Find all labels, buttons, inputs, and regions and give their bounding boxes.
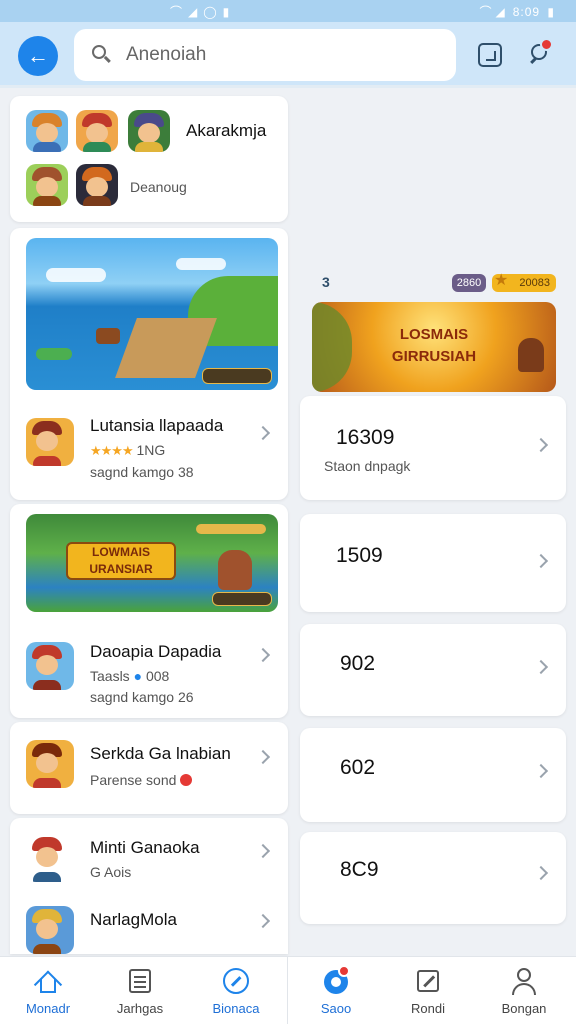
rating-stars: ★★★★ xyxy=(90,443,134,458)
game-subtitle-4: G Aois xyxy=(90,864,132,880)
value-4: 602 xyxy=(340,756,376,779)
notification-badge xyxy=(540,38,553,51)
value-card-2[interactable]: 1509 xyxy=(300,514,566,612)
status-time: 8:09 xyxy=(512,5,541,19)
game-title-3: Serkda Ga lnabian xyxy=(90,744,231,763)
game-card-3[interactable]: Serkda Ga lnabian Parense sond xyxy=(10,722,288,814)
value-3: 902 xyxy=(340,652,376,675)
value-card-3[interactable]: 902 xyxy=(300,624,566,716)
nav-list[interactable]: Jarhgas xyxy=(92,957,188,1024)
chevron-right-icon xyxy=(255,749,271,765)
rank-badge: 3 xyxy=(322,274,330,290)
compass-icon xyxy=(222,967,250,995)
coin-icon: ★ xyxy=(494,272,509,289)
nav-pen[interactable]: Rondi xyxy=(380,957,476,1024)
game-title-2: Daoapia Dapadia xyxy=(90,642,222,661)
list-icon xyxy=(126,967,154,995)
game-title-5: NarlagMola xyxy=(90,910,177,929)
game-rating-1: ★★★★ 1NG xyxy=(90,442,166,458)
game-banner-1[interactable] xyxy=(26,238,278,390)
game-icon-3[interactable] xyxy=(26,740,74,788)
value-card-4[interactable]: 602 xyxy=(300,728,566,822)
chevron-right-icon xyxy=(533,763,549,779)
game-title-4: Minti Ganaoka xyxy=(90,838,200,857)
game-icon-1[interactable] xyxy=(26,418,74,466)
app-bar: ← xyxy=(0,22,576,88)
status-icons-left: ⌒◢◯▮ xyxy=(170,5,236,19)
game-subtitle-2: sagnd kamgo 26 xyxy=(90,689,194,705)
value-2: 1509 xyxy=(336,544,383,567)
nav-label-pen: Rondi xyxy=(411,1001,445,1016)
chevron-right-icon xyxy=(533,659,549,675)
notification-button[interactable] xyxy=(528,38,553,70)
back-button[interactable]: ← xyxy=(18,36,58,76)
nav-chat[interactable]: Saoo xyxy=(288,957,384,1024)
nav-label-list: Jarhgas xyxy=(116,1001,164,1016)
app-group-card[interactable]: Akarakmja Deanoug xyxy=(10,96,288,222)
chevron-right-icon xyxy=(255,425,271,441)
game-title-1: Lutansia llapaada xyxy=(90,416,224,435)
value-subtitle-1: Staon dnpagk xyxy=(324,458,411,474)
status-icons-right: ⌒◢ 8:09 ▮ xyxy=(479,5,558,19)
value-card-1[interactable]: 16309 Staon dnpagk xyxy=(300,396,566,500)
chevron-right-icon xyxy=(255,647,271,663)
featured-banner[interactable]: LOSMAIS GIRRUSIAH xyxy=(312,302,556,392)
search-input[interactable] xyxy=(126,44,426,66)
bottom-nav: Monadr Jarhgas Bionaca Saoo Rondi Bongan xyxy=(0,956,576,1024)
app-icon-1[interactable] xyxy=(26,110,68,152)
status-bar: ⌒◢◯▮ ⌒◢ 8:09 ▮ xyxy=(0,0,576,22)
heart-icon xyxy=(180,774,193,786)
app-icon-4[interactable] xyxy=(26,164,68,206)
chevron-right-icon xyxy=(533,553,549,569)
app-group-label: Akarakmja xyxy=(186,121,267,140)
game-banner-2[interactable]: LOWMAIS URANSIAR xyxy=(26,514,278,612)
app-group-sublabel: Deanoug xyxy=(130,179,187,195)
nav-home[interactable]: Monadr xyxy=(0,957,96,1024)
game-icon-5[interactable] xyxy=(26,906,74,954)
game-card-2[interactable]: LOWMAIS URANSIAR Daoapia Dapadia Taasls … xyxy=(10,504,288,718)
points-badge: 2860 xyxy=(452,274,486,292)
nav-label-chat: Saoo xyxy=(320,1001,352,1016)
app-icon-5[interactable] xyxy=(76,164,118,206)
chevron-right-icon xyxy=(255,843,271,859)
profile-icon xyxy=(510,967,538,995)
arrow-left-icon: ← xyxy=(27,43,49,68)
value-5: 8C9 xyxy=(340,858,379,881)
pen-icon xyxy=(414,967,442,995)
game-subtitle-3: Parense sond xyxy=(90,772,193,788)
chat-icon xyxy=(322,965,350,995)
featured-logo: LOSMAIS GIRRUSIAH xyxy=(391,326,477,365)
nav-label-compass: Bionaca xyxy=(212,1001,260,1016)
nav-profile[interactable]: Bongan xyxy=(476,957,572,1024)
app-icon-3[interactable] xyxy=(128,110,170,152)
nav-compass[interactable]: Bionaca xyxy=(188,957,284,1024)
nav-label-profile: Bongan xyxy=(501,1001,547,1016)
game-card-4[interactable]: Minti Ganaoka G Aois NarlagMola xyxy=(10,818,288,954)
chat-badge xyxy=(338,965,350,977)
game-subtitle-1: sagnd kamgo 38 xyxy=(90,464,194,480)
game-icon-4[interactable] xyxy=(26,834,74,882)
chevron-right-icon xyxy=(533,437,549,453)
app-icon-2[interactable] xyxy=(76,110,118,152)
coin-badge: ★ 20083 xyxy=(492,272,556,292)
value-card-5[interactable]: 8C9 xyxy=(300,832,566,924)
game-card-1[interactable]: Lutansia llapaada ★★★★ 1NG sagnd kamgo 3… xyxy=(10,228,288,500)
search-icon xyxy=(92,45,112,65)
value-1: 16309 xyxy=(336,426,395,449)
nav-label-home: Monadr xyxy=(25,1001,71,1016)
game-rating-2: Taasls ● 008 xyxy=(90,668,170,684)
scan-button[interactable] xyxy=(478,43,502,67)
game-icon-2[interactable] xyxy=(26,642,74,690)
home-icon xyxy=(33,967,63,999)
search-bar[interactable] xyxy=(74,29,456,81)
chevron-right-icon xyxy=(533,865,549,881)
banner-logo-2: LOWMAIS URANSIAR xyxy=(66,542,176,580)
chevron-right-icon xyxy=(255,913,271,929)
